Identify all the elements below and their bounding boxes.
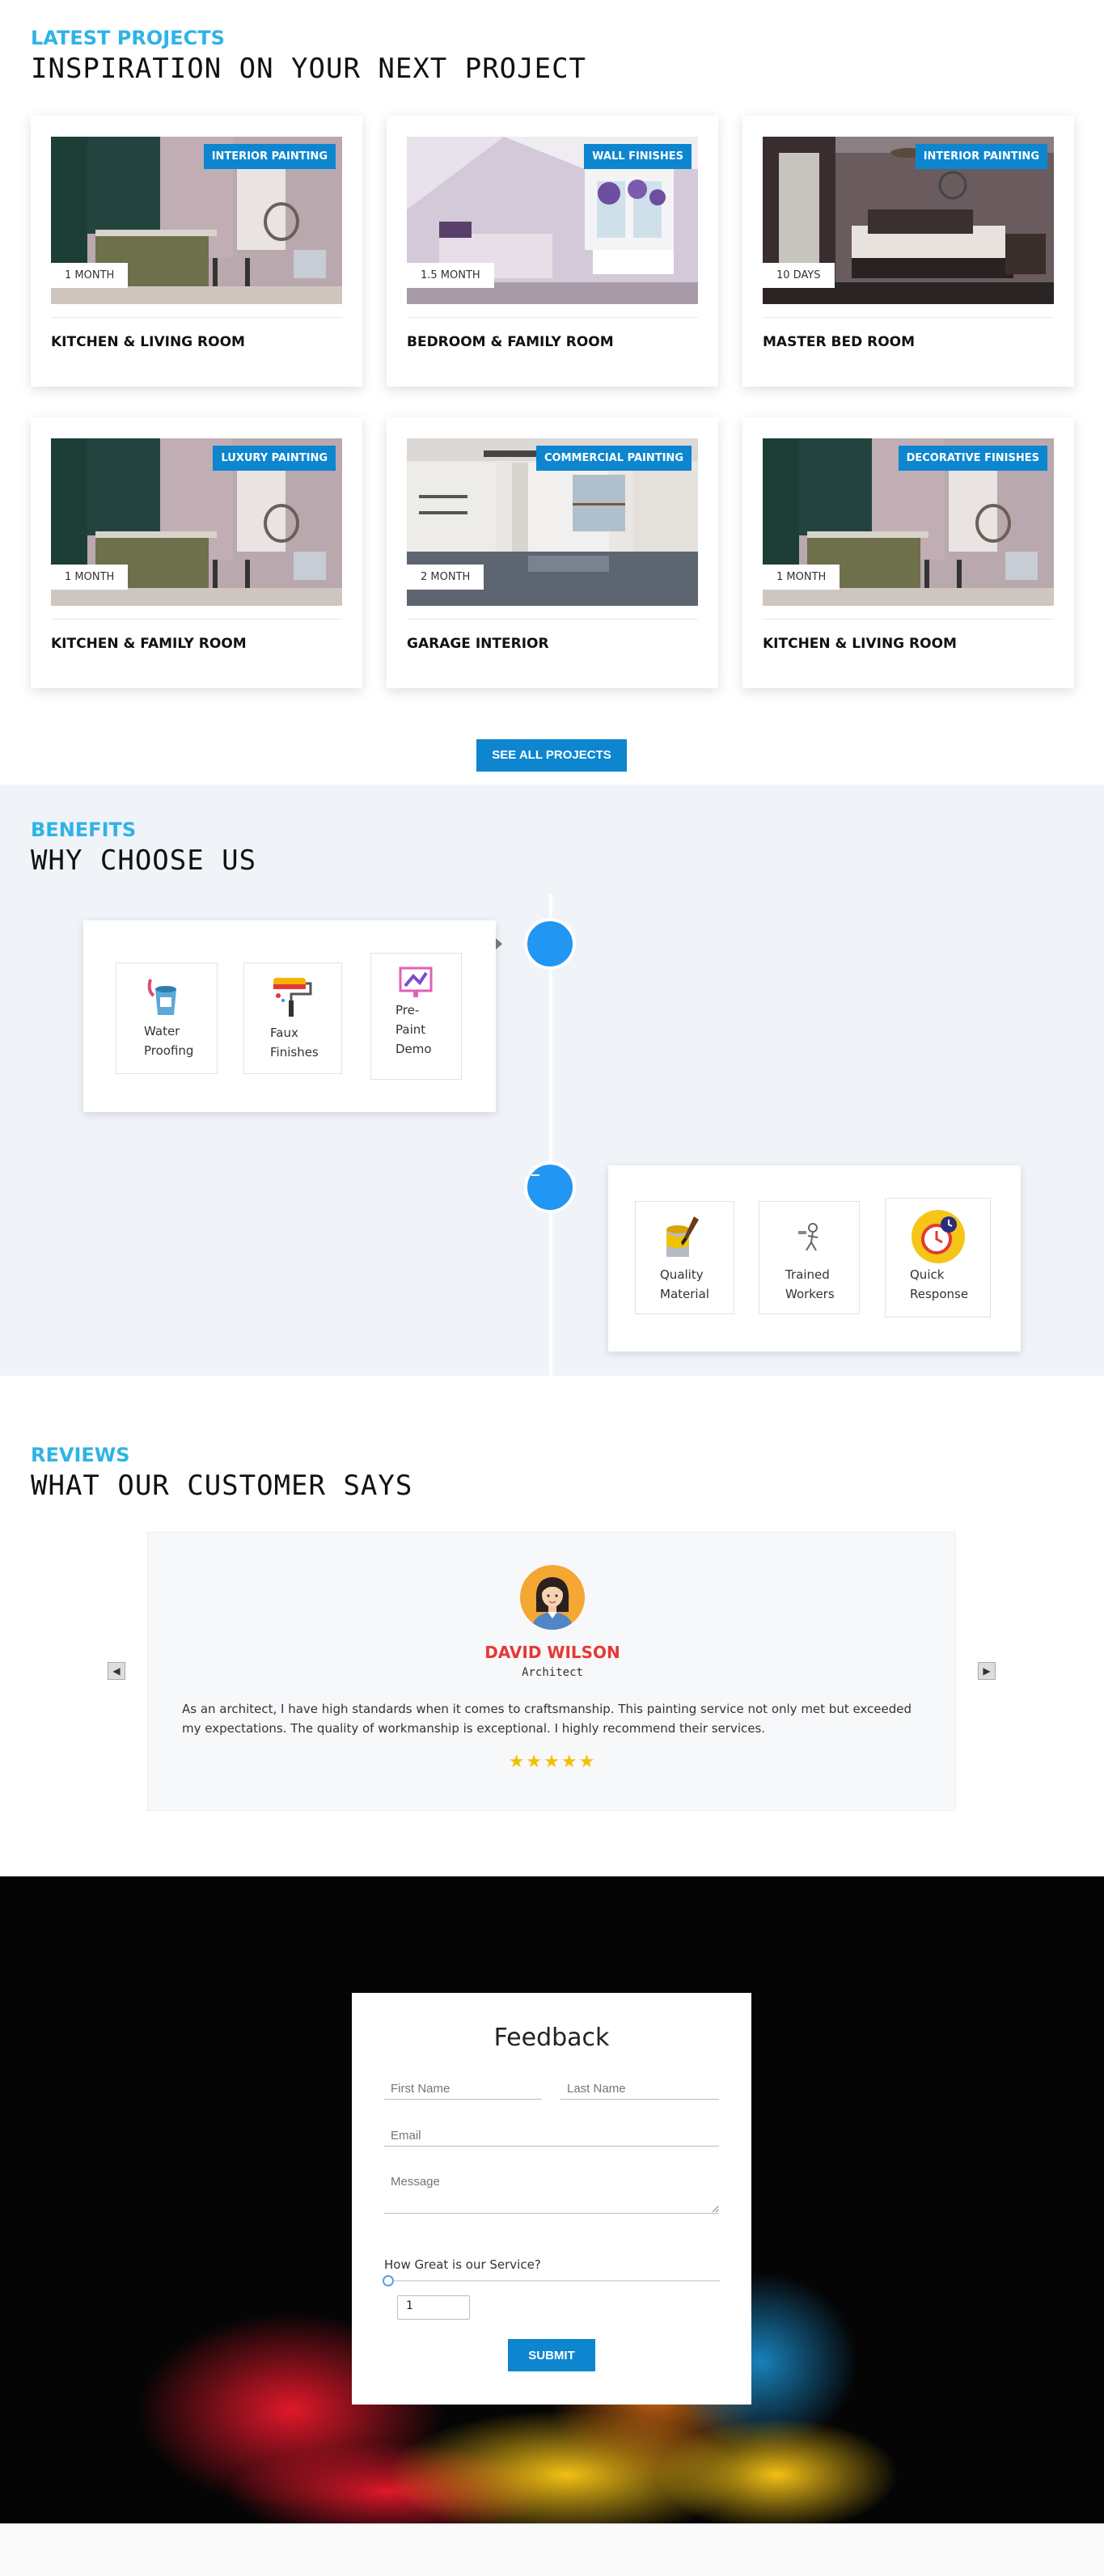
project-card[interactable]: DECORATIVE FINISHES 1 MONTH KITCHEN & LI… [742, 417, 1074, 688]
last-name-input[interactable] [560, 2079, 719, 2100]
divider [51, 317, 342, 318]
benefit-label: Trained Workers [785, 1267, 835, 1301]
paint-can-brush-icon [658, 1213, 707, 1265]
project-duration: 10 DAYS [763, 263, 835, 288]
paint-roller-icon [269, 973, 315, 1023]
prev-review-button[interactable]: ◀ [108, 1662, 125, 1680]
projects-title: INSPIRATION ON YOUR NEXT PROJECT [31, 53, 587, 85]
benefits-kicker: BENEFITS [31, 818, 137, 841]
review-card: DAVID WILSON Architect As an architect, … [147, 1532, 956, 1811]
benefits-box-left: Water Proofing Faux Finishes Pre-Paint Dem… [83, 920, 502, 1112]
benefit-item: Pre-Paint Demo [370, 953, 462, 1080]
project-duration: 2 MONTH [407, 565, 484, 590]
project-image[interactable]: WALL FINISHES 1.5 MONTH [407, 137, 698, 304]
feedback-title: Feedback [493, 2024, 610, 2052]
reviews-header: REVIEWS WHAT OUR CUSTOMER SAYS [31, 1444, 412, 1502]
divider [51, 619, 342, 620]
project-category-badge: WALL FINISHES [584, 144, 692, 169]
project-name: GARAGE INTERIOR [407, 636, 549, 652]
benefits-box-right: Quality Material Trained Workers Quick Res… [608, 1165, 1021, 1351]
project-card[interactable]: WALL FINISHES 1.5 MONTH BEDROOM & FAMILY… [387, 116, 718, 387]
project-card[interactable]: LUXURY PAINTING 1 MONTH KITCHEN & FAMILY… [31, 417, 362, 688]
project-duration: 1 MONTH [51, 263, 129, 288]
project-category-badge: INTERIOR PAINTING [203, 144, 336, 169]
benefits-title: WHY CHOOSE US [31, 844, 257, 877]
feedback-form: Feedback How Great is our Service? 1 SUB… [352, 1993, 751, 2405]
review-text: As an architect, I have high standards w… [182, 1702, 912, 1736]
feedback-section: Feedback How Great is our Service? 1 SUB… [0, 1876, 1104, 2523]
benefit-item: Faux Finishes [243, 962, 342, 1074]
worker-icon [793, 1220, 829, 1258]
project-card[interactable]: INTERIOR PAINTING 1 MONTH KITCHEN & LIVI… [31, 116, 362, 387]
project-name: KITCHEN & FAMILY ROOM [51, 636, 247, 652]
reviewer-name: DAVID WILSON [484, 1643, 620, 1662]
rating-stars: ★★★★★ [508, 1752, 597, 1772]
reviews-title: WHAT OUR CUSTOMER SAYS [31, 1470, 413, 1502]
project-card[interactable]: INTERIOR PAINTING 10 DAYS MASTER BED ROO… [742, 116, 1074, 387]
service-rating-slider-handle[interactable] [383, 2275, 394, 2286]
first-name-input[interactable] [384, 2079, 542, 2100]
service-rating-slider-track[interactable] [384, 2280, 720, 2282]
demo-screen-icon [395, 962, 436, 1005]
project-duration: 1 MONTH [763, 565, 840, 590]
project-duration: 1 MONTH [51, 565, 129, 590]
benefits-header: BENEFITS WHY CHOOSE US [31, 818, 256, 877]
projects-kicker: LATEST PROJECTS [31, 27, 225, 49]
project-name: BEDROOM & FAMILY ROOM [407, 334, 614, 350]
message-textarea[interactable] [384, 2172, 719, 2214]
benefit-item: Quick Response [885, 1198, 991, 1318]
divider [407, 317, 698, 318]
project-name: KITCHEN & LIVING ROOM [51, 334, 245, 350]
benefit-item: Trained Workers [759, 1201, 860, 1314]
benefits-section: BENEFITS WHY CHOOSE US Water Proofing Fau… [0, 785, 1104, 1376]
next-review-button[interactable]: ▶ [978, 1662, 996, 1680]
divider [763, 317, 1054, 318]
benefit-label: Pre-Paint Demo [395, 1003, 432, 1056]
timeline-dot [524, 918, 576, 970]
reviews-section: REVIEWS WHAT OUR CUSTOMER SAYS ◀ ▶ DAVID… [0, 1376, 1104, 1876]
see-all-projects-button[interactable]: SEE ALL PROJECTS [476, 739, 627, 772]
project-category-badge: LUXURY PAINTING [213, 446, 336, 471]
project-duration: 1.5 MONTH [407, 263, 494, 288]
project-name: KITCHEN & LIVING ROOM [763, 636, 957, 652]
benefit-label: Quality Material [660, 1267, 709, 1301]
email-input[interactable] [384, 2126, 719, 2147]
alarm-clock-icon [910, 1208, 967, 1268]
benefit-item: Quality Material [635, 1201, 734, 1314]
project-image[interactable]: INTERIOR PAINTING 10 DAYS [763, 137, 1054, 304]
project-name: MASTER BED ROOM [763, 334, 916, 350]
project-image[interactable]: DECORATIVE FINISHES 1 MONTH [763, 438, 1054, 606]
pointer-arrow [496, 938, 502, 950]
benefit-item: Water Proofing [116, 962, 218, 1074]
benefit-label: Quick Response [910, 1267, 969, 1301]
project-category-badge: DECORATIVE FINISHES [898, 446, 1047, 471]
page-footer-strip [0, 2523, 1104, 2576]
project-image[interactable]: INTERIOR PAINTING 1 MONTH [51, 137, 342, 304]
project-card[interactable]: COMMERCIAL PAINTING 2 MONTH GARAGE INTER… [387, 417, 718, 688]
project-image[interactable]: COMMERCIAL PAINTING 2 MONTH [407, 438, 698, 606]
divider [763, 619, 1054, 620]
projects-section: LATEST PROJECTS INSPIRATION ON YOUR NEXT… [0, 0, 1104, 785]
avatar [520, 1565, 585, 1630]
benefit-label: Water Proofing [144, 1024, 194, 1058]
service-rating-value-field[interactable]: 1 [397, 2295, 470, 2320]
service-rating-question: How Great is our Service? [384, 2257, 541, 2272]
divider [407, 619, 698, 620]
reviews-kicker: REVIEWS [31, 1444, 130, 1466]
submit-button[interactable]: SUBMIT [508, 2339, 595, 2371]
project-category-badge: INTERIOR PAINTING [915, 144, 1047, 169]
project-image[interactable]: LUXURY PAINTING 1 MONTH [51, 438, 342, 606]
timeline-dot [524, 1161, 576, 1213]
project-category-badge: COMMERCIAL PAINTING [536, 446, 692, 471]
reviewer-role: Architect [522, 1666, 583, 1679]
projects-header: LATEST PROJECTS INSPIRATION ON YOUR NEXT… [31, 27, 586, 85]
paint-bucket-icon [144, 975, 188, 1022]
benefit-label: Faux Finishes [270, 1026, 319, 1060]
